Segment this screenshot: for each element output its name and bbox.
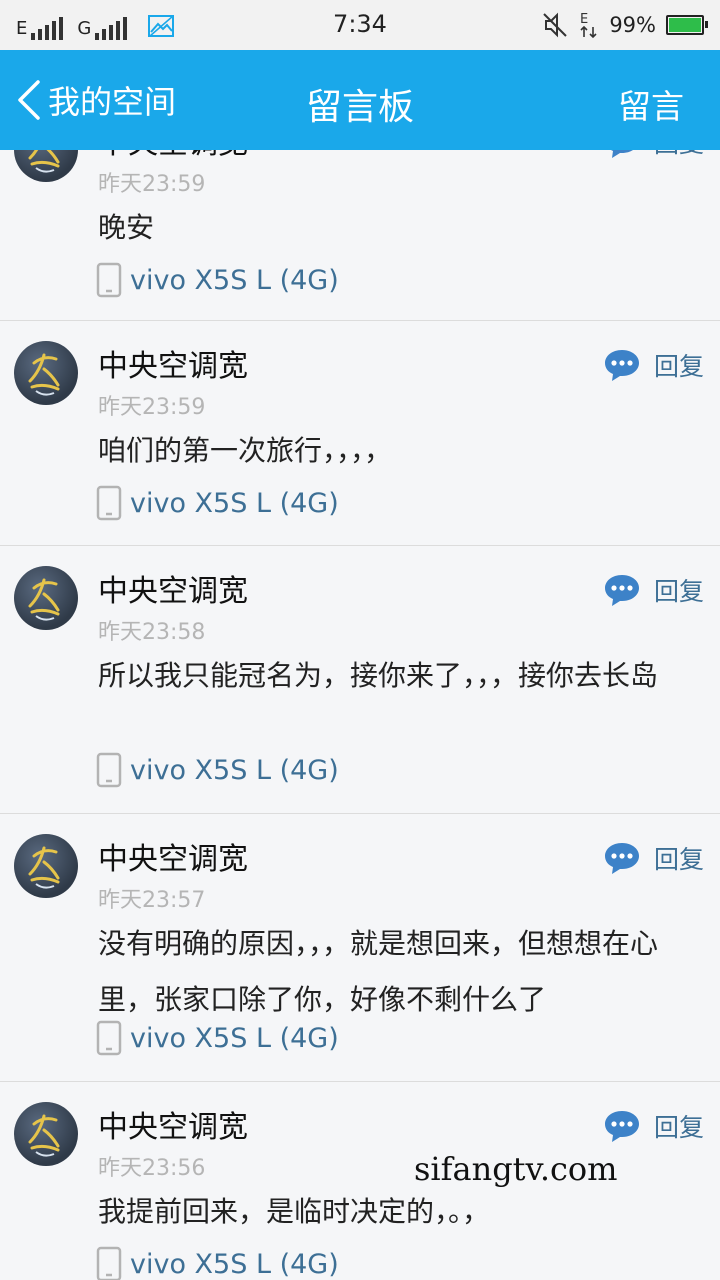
timestamp: 昨天23:57 bbox=[98, 888, 206, 913]
avatar-image bbox=[28, 353, 60, 396]
avatar[interactable] bbox=[14, 566, 78, 630]
message-item: 中央空调宽 昨天23:59 咱们的第一次旅行，，，， vivo X5S L (4… bbox=[0, 321, 720, 546]
battery-percent: 99% bbox=[609, 13, 656, 37]
timestamp: 昨天23:59 bbox=[98, 172, 206, 197]
message-text: 没有明确的原因，，，就是想回来，但想想在心里，张家口除了你，好像不剩什么了 bbox=[98, 927, 659, 1016]
device-info: vivo X5S L (4G) bbox=[96, 485, 339, 521]
message-list[interactable]: 中央空调宽 昨天23:59 晚安 vivo X5S L (4G) 回复 中央空调… bbox=[0, 150, 720, 1280]
avatar-image bbox=[28, 578, 60, 621]
avatar[interactable] bbox=[14, 341, 78, 405]
leave-message-button[interactable]: 留言 bbox=[618, 80, 684, 128]
comment-icon bbox=[604, 575, 639, 606]
author-name[interactable]: 中央空调宽 bbox=[98, 1102, 248, 1146]
phone-icon bbox=[96, 1020, 122, 1056]
device-name: vivo X5S L (4G) bbox=[130, 1022, 339, 1054]
device-info: vivo X5S L (4G) bbox=[96, 1246, 339, 1280]
device-info: vivo X5S L (4G) bbox=[96, 752, 339, 788]
reply-button[interactable]: 回复 bbox=[604, 572, 704, 608]
device-info: vivo X5S L (4G) bbox=[96, 1020, 339, 1056]
message-text: 咱们的第一次旅行，，，， bbox=[98, 434, 393, 467]
avatar-image bbox=[28, 150, 60, 173]
avatar[interactable] bbox=[14, 1102, 78, 1166]
reply-label: 回复 bbox=[653, 1113, 704, 1142]
phone-icon bbox=[96, 262, 122, 298]
device-info: vivo X5S L (4G) bbox=[96, 262, 339, 298]
phone-icon bbox=[96, 1246, 122, 1280]
message-item: 中央空调宽 昨天23:57 没有明确的原因，，，就是想回来，但想想在心里，张家口… bbox=[0, 814, 720, 1082]
timestamp: 昨天23:59 bbox=[98, 395, 206, 420]
page-title: 留言板 bbox=[305, 87, 414, 128]
avatar-image bbox=[28, 1114, 60, 1157]
comment-icon bbox=[604, 350, 639, 381]
reply-button[interactable]: 回复 bbox=[604, 1108, 704, 1144]
title-bar: 我的空间 留言板 留言 bbox=[0, 50, 720, 150]
avatar-image bbox=[28, 846, 60, 889]
status-bar: E G 7:34 E 99% bbox=[0, 0, 720, 50]
timestamp: 昨天23:56 bbox=[98, 1156, 206, 1181]
reply-label: 回复 bbox=[653, 577, 704, 606]
device-name: vivo X5S L (4G) bbox=[130, 264, 339, 296]
reply-label: 回复 bbox=[654, 150, 704, 160]
mute-icon bbox=[543, 12, 568, 38]
reply-label: 回复 bbox=[653, 845, 704, 874]
timestamp: 昨天23:58 bbox=[98, 620, 206, 645]
watermark-text: sifangtv.com bbox=[414, 1150, 618, 1188]
phone-icon bbox=[96, 485, 122, 521]
avatar[interactable] bbox=[14, 834, 78, 898]
reply-button[interactable]: 回复 bbox=[604, 347, 704, 383]
comment-icon bbox=[604, 843, 639, 874]
message-text: 所以我只能冠名为，接你来了，，，接你去长岛 bbox=[98, 659, 659, 692]
phone-icon bbox=[96, 752, 122, 788]
device-name: vivo X5S L (4G) bbox=[130, 487, 339, 519]
author-name[interactable]: 中央空调宽 bbox=[98, 566, 248, 610]
avatar[interactable] bbox=[14, 150, 78, 182]
reply-label: 回复 bbox=[653, 352, 704, 381]
message-item: 中央空调宽 昨天23:59 晚安 vivo X5S L (4G) 回复 bbox=[0, 150, 720, 321]
message-text: 我提前回来，是临时决定的，。， bbox=[98, 1195, 491, 1228]
reply-button[interactable]: 回复 bbox=[604, 150, 704, 160]
battery-fill bbox=[669, 18, 701, 32]
comment-icon bbox=[604, 1111, 639, 1142]
author-name[interactable]: 中央空调宽 bbox=[98, 150, 248, 162]
data-transfer-icon: E bbox=[580, 12, 597, 39]
battery-icon bbox=[666, 15, 708, 35]
message-item: 中央空调宽 昨天23:58 所以我只能冠名为，接你来了，，，接你去长岛 vivo… bbox=[0, 546, 720, 814]
message-text: 晚安 bbox=[98, 211, 155, 244]
author-name[interactable]: 中央空调宽 bbox=[98, 341, 248, 385]
device-name: vivo X5S L (4G) bbox=[130, 1248, 339, 1280]
status-right: E 99% bbox=[541, 10, 708, 40]
comment-icon bbox=[610, 150, 633, 158]
reply-button[interactable]: 回复 bbox=[604, 840, 704, 876]
author-name[interactable]: 中央空调宽 bbox=[98, 834, 248, 878]
svg-text:E: E bbox=[580, 12, 588, 27]
device-name: vivo X5S L (4G) bbox=[130, 754, 339, 786]
